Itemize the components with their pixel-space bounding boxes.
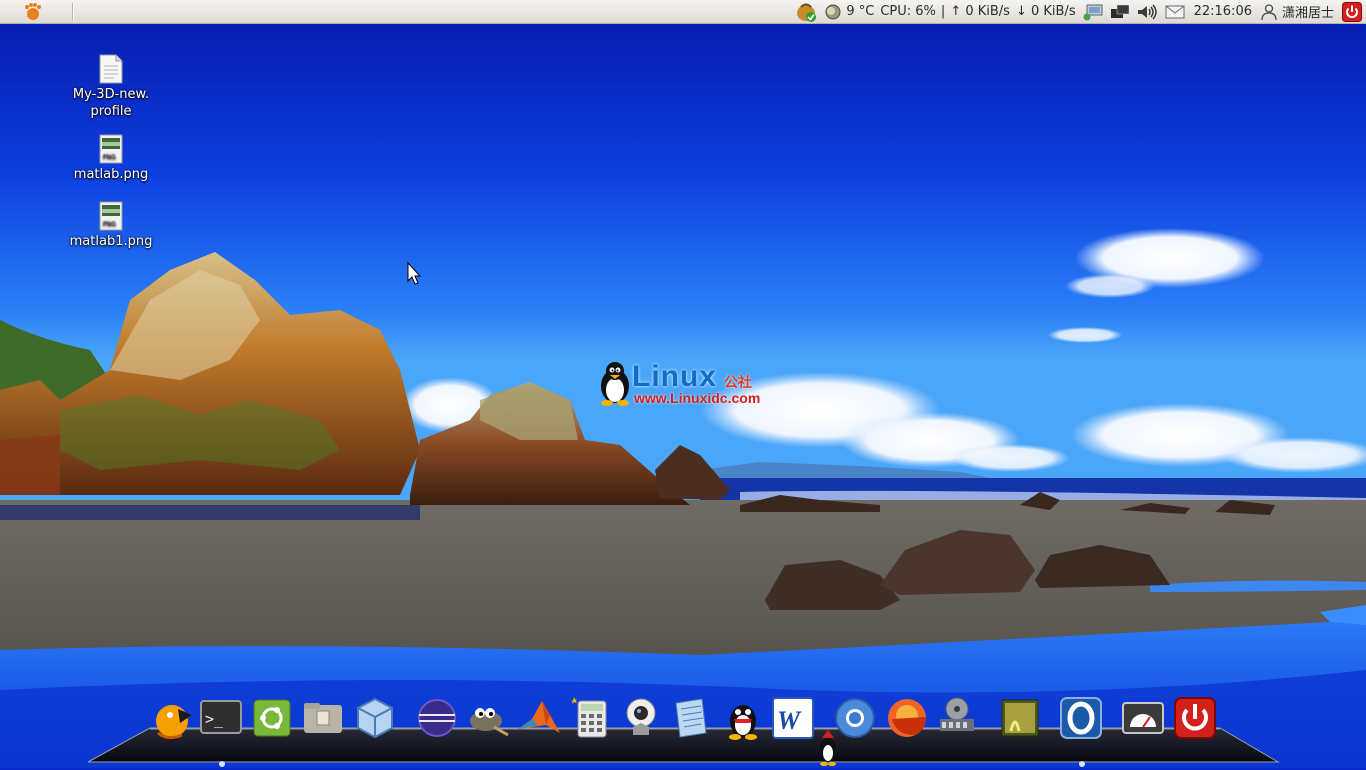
dock-movie-player-icon[interactable] — [934, 695, 980, 741]
weather-temperature: 9 °C — [846, 4, 875, 19]
gnome-foot-menu-icon[interactable] — [22, 2, 42, 22]
dock-image-viewer-icon[interactable] — [997, 695, 1043, 741]
svg-text:>_: >_ — [205, 710, 224, 728]
dock-pidgin-icon[interactable] — [148, 695, 194, 741]
dock-ubuntu-software-icon[interactable] — [249, 695, 295, 741]
watermark-brand-cn: 公社 — [724, 375, 752, 391]
update-manager-icon[interactable] — [794, 0, 818, 24]
session-power-icon[interactable] — [1342, 0, 1362, 24]
linuxidc-watermark: Linux 公社 www.Linuxidc.com — [596, 360, 776, 408]
dock-chromium-icon[interactable] — [832, 695, 878, 741]
panel-separator — [72, 2, 73, 21]
dock-wps-writer-icon[interactable]: W — [770, 695, 816, 741]
weather-applet[interactable]: 9 °C — [824, 0, 874, 24]
dock-shutdown-icon[interactable] — [1172, 695, 1218, 741]
watermark-url: www.Linuxidc.com — [634, 390, 761, 406]
tux-penguin-icon — [601, 362, 629, 406]
dock-text-editor-icon[interactable] — [668, 695, 714, 741]
png-image-icon: PNG — [99, 201, 123, 231]
desktop-icon-matlab1-png[interactable]: PNG matlab1.png — [56, 201, 166, 250]
watermark-brand: Linux — [632, 360, 717, 393]
network-download: ↓ 0 KiB/s — [1015, 4, 1076, 19]
dock-firefox-icon[interactable] — [884, 695, 930, 741]
monitor-separator: | — [940, 4, 946, 19]
dock-opera-icon[interactable] — [1058, 695, 1104, 741]
svg-text:PNG: PNG — [103, 154, 116, 161]
moon-weather-icon — [825, 4, 841, 19]
dock-eclipse-icon[interactable] — [414, 695, 460, 741]
network-manager-icon[interactable] — [1082, 0, 1104, 24]
desktop-icon-label: matlab1.png — [69, 234, 153, 249]
dock-terminal-icon[interactable]: >_ — [198, 695, 244, 741]
dock-qq-icon[interactable] — [720, 695, 766, 741]
desktop-icon-profile[interactable]: My-3D-new. profile — [56, 54, 166, 120]
dock-tux-decoration-icon — [818, 728, 838, 766]
clock[interactable]: 22:16:06 — [1194, 0, 1252, 24]
user-icon — [1261, 3, 1277, 20]
dock-webcam-icon[interactable] — [618, 695, 664, 741]
svg-text:PNG: PNG — [103, 221, 116, 228]
dock-virtualbox-icon[interactable] — [352, 695, 398, 741]
user-name: 潇湘居士 — [1281, 6, 1334, 21]
user-menu[interactable]: 潇湘居士 — [1260, 0, 1334, 24]
mail-indicator-icon[interactable] — [1164, 0, 1186, 24]
volume-icon[interactable] — [1136, 0, 1158, 24]
dock-files-icon[interactable] — [300, 695, 346, 741]
dock-gimp-icon[interactable] — [464, 695, 510, 741]
display-screens-icon[interactable] — [1110, 0, 1130, 24]
network-upload: ↑ 0 KiB/s — [950, 4, 1010, 19]
dock-matlab-icon[interactable] — [516, 695, 562, 741]
png-image-icon: PNG — [99, 134, 123, 164]
desktop-icon-matlab-png[interactable]: PNG matlab.png — [56, 134, 166, 183]
cpu-usage: CPU: 6% — [880, 4, 936, 19]
desktop-icon-label-line2: profile — [90, 104, 132, 119]
dock-system-monitor-icon[interactable] — [1120, 695, 1166, 741]
desktop-icon-label: My-3D-new. — [72, 87, 150, 102]
desktop-icon-label: matlab.png — [73, 167, 149, 182]
system-monitor-applet[interactable]: CPU: 6% | ↑ 0 KiB/s ↓ 0 KiB/s — [880, 0, 1075, 24]
top-panel: 9 °C CPU: 6% | ↑ 0 KiB/s ↓ 0 KiB/s 22:16… — [0, 0, 1366, 24]
dock-calculator-icon[interactable] — [568, 695, 614, 741]
svg-text:W: W — [777, 706, 802, 735]
text-file-icon — [99, 54, 123, 84]
